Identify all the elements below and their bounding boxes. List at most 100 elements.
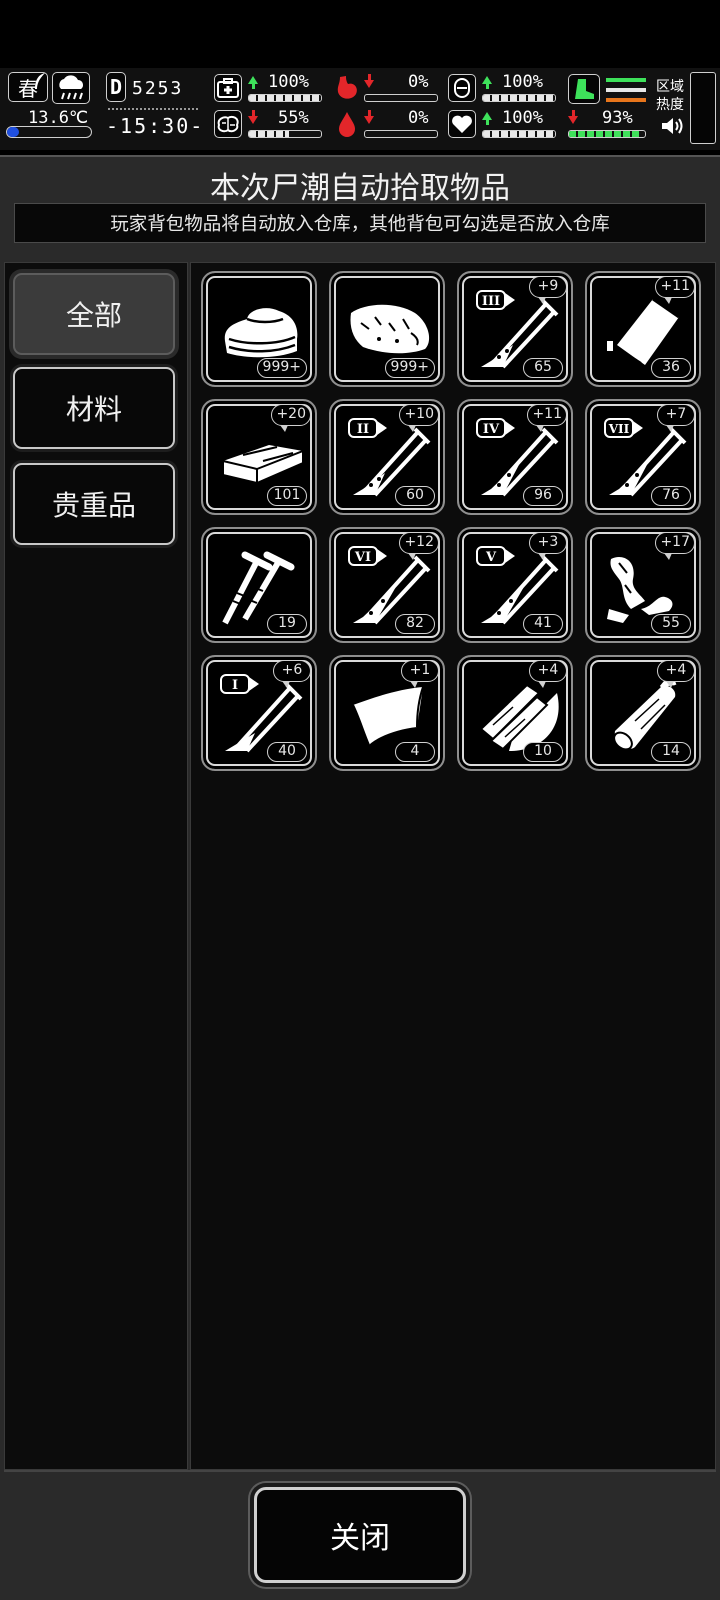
heart-bar-fill — [483, 131, 555, 137]
tier-label: I — [232, 678, 238, 693]
clock: -15:30- — [106, 114, 205, 138]
category-tab-materials[interactable]: 材料 — [13, 367, 175, 449]
item-bonus: +12 — [399, 532, 439, 560]
stamina-down-arrow-icon — [568, 110, 578, 124]
category-tab-label: 贵重品 — [51, 489, 136, 522]
hunger-value: 0% — [408, 72, 429, 92]
item-slot[interactable]: 999+ — [329, 271, 445, 387]
health-bar — [248, 94, 322, 102]
item-count: 60 — [395, 486, 435, 506]
item-slot[interactable]: VII +7 76 — [585, 399, 701, 515]
heart-value: 100% — [502, 108, 543, 128]
close-button[interactable]: 关闭 — [254, 1487, 466, 1583]
hunger-bar — [364, 94, 438, 102]
stamina-bar — [568, 130, 646, 138]
day-label: D — [109, 75, 123, 99]
shield-bar-fill — [483, 95, 555, 101]
tier-label: V — [485, 550, 497, 565]
item-count: 19 — [267, 614, 307, 634]
item-slot[interactable]: V +3 41 — [457, 527, 573, 643]
thirst-value: 0% — [408, 108, 429, 128]
mental-badge — [214, 110, 242, 138]
item-slot[interactable]: +1 4 — [329, 655, 445, 771]
heart-up-arrow-icon — [482, 112, 492, 125]
item-slot[interactable]: 19 — [201, 527, 317, 643]
item-slot[interactable]: +4 14 — [585, 655, 701, 771]
item-count: 10 — [523, 742, 563, 762]
item-slot[interactable]: III +9 65 — [457, 271, 573, 387]
item-count: 999+ — [256, 358, 307, 378]
close-button-label: 关闭 — [330, 1521, 390, 1556]
shield-icon — [454, 78, 470, 98]
tier-label: IV — [483, 422, 500, 437]
item-bonus: +6 — [273, 660, 311, 688]
item-slot[interactable]: II +10 60 — [329, 399, 445, 515]
item-count: 41 — [523, 614, 563, 634]
tier-label: VII — [608, 422, 630, 436]
health-up-arrow-icon — [248, 76, 258, 89]
medkit-icon — [217, 78, 239, 98]
item-slot[interactable]: +20 101 — [201, 399, 317, 515]
item-bonus: +11 — [655, 276, 695, 304]
zone-heat-meter — [690, 72, 716, 144]
shield-value: 100% — [502, 72, 543, 92]
stamina-stripe-white — [606, 88, 646, 92]
day-badge: D — [106, 72, 126, 102]
auto-pickup-dialog: 本次尸潮自动拾取物品 玩家背包物品将自动放入仓库，其他背包可勾选是否放入仓库 全… — [0, 155, 720, 1600]
boot-badge — [568, 74, 600, 104]
category-tab-label: 全部 — [65, 299, 122, 332]
weather-badge[interactable] — [52, 72, 90, 104]
item-count: 14 — [651, 742, 691, 762]
item-slot[interactable]: +4 10 — [457, 655, 573, 771]
item-slot[interactable]: +11 36 — [585, 271, 701, 387]
item-count: 4 — [395, 742, 435, 762]
tier-label: III — [482, 294, 500, 309]
tier-label: VI — [354, 550, 371, 565]
mental-bar-fill — [249, 131, 289, 137]
item-count: 999+ — [384, 358, 435, 378]
temperature-readout: 13.6℃ — [28, 108, 89, 128]
stomach-icon — [337, 76, 357, 99]
mental-down-arrow-icon — [248, 110, 258, 124]
heart-badge — [448, 110, 476, 138]
category-tab-all[interactable]: 全部 — [13, 273, 175, 355]
dialog-title: 本次尸潮自动拾取物品 — [210, 171, 510, 206]
item-bonus: +17 — [655, 532, 695, 560]
feather-icon — [35, 73, 45, 89]
item-slot[interactable]: IV +11 96 — [457, 399, 573, 515]
day-counter: 5253 — [132, 78, 184, 99]
stamina-stripe-orange — [606, 98, 646, 102]
stamina-stripe-green — [606, 78, 646, 82]
status-bar: 春 13.6℃ D 5253 -15:30- 100% 0% 100% 55% … — [0, 68, 720, 150]
item-count: 101 — [267, 486, 307, 506]
hunger-down-arrow-icon — [364, 74, 374, 88]
item-bonus: +7 — [657, 404, 695, 432]
tier-label: II — [357, 422, 369, 437]
item-bonus: +11 — [527, 404, 567, 432]
shield-bar — [482, 94, 556, 102]
boot-icon — [575, 79, 594, 99]
time-ruler — [108, 104, 198, 110]
dialog-subtitle-text: 玩家背包物品将自动放入仓库，其他背包可勾选是否放入仓库 — [110, 214, 610, 235]
category-tab-valuables[interactable]: 贵重品 — [13, 463, 175, 545]
health-badge — [214, 74, 242, 102]
item-bonus: +1 — [401, 660, 439, 688]
item-slot[interactable]: +17 55 — [585, 527, 701, 643]
shield-badge — [448, 74, 476, 102]
item-slot[interactable]: 999+ — [201, 271, 317, 387]
thirst-bar — [364, 130, 438, 138]
item-bonus: +4 — [529, 660, 567, 688]
rain-cloud-icon — [59, 75, 83, 100]
thirst-down-arrow-icon — [364, 110, 374, 124]
item-bonus: +3 — [529, 532, 567, 560]
item-slot[interactable]: VI +12 82 — [329, 527, 445, 643]
stamina-bar-fill — [569, 131, 640, 137]
temperature-gauge — [6, 126, 92, 138]
speaker-icon[interactable] — [660, 116, 684, 136]
item-count: 76 — [651, 486, 691, 506]
health-value: 100% — [268, 72, 309, 92]
item-bonus: +4 — [657, 660, 695, 688]
water-drop-icon — [339, 112, 355, 137]
item-slot[interactable]: I +6 40 — [201, 655, 317, 771]
health-bar-fill — [249, 95, 321, 101]
